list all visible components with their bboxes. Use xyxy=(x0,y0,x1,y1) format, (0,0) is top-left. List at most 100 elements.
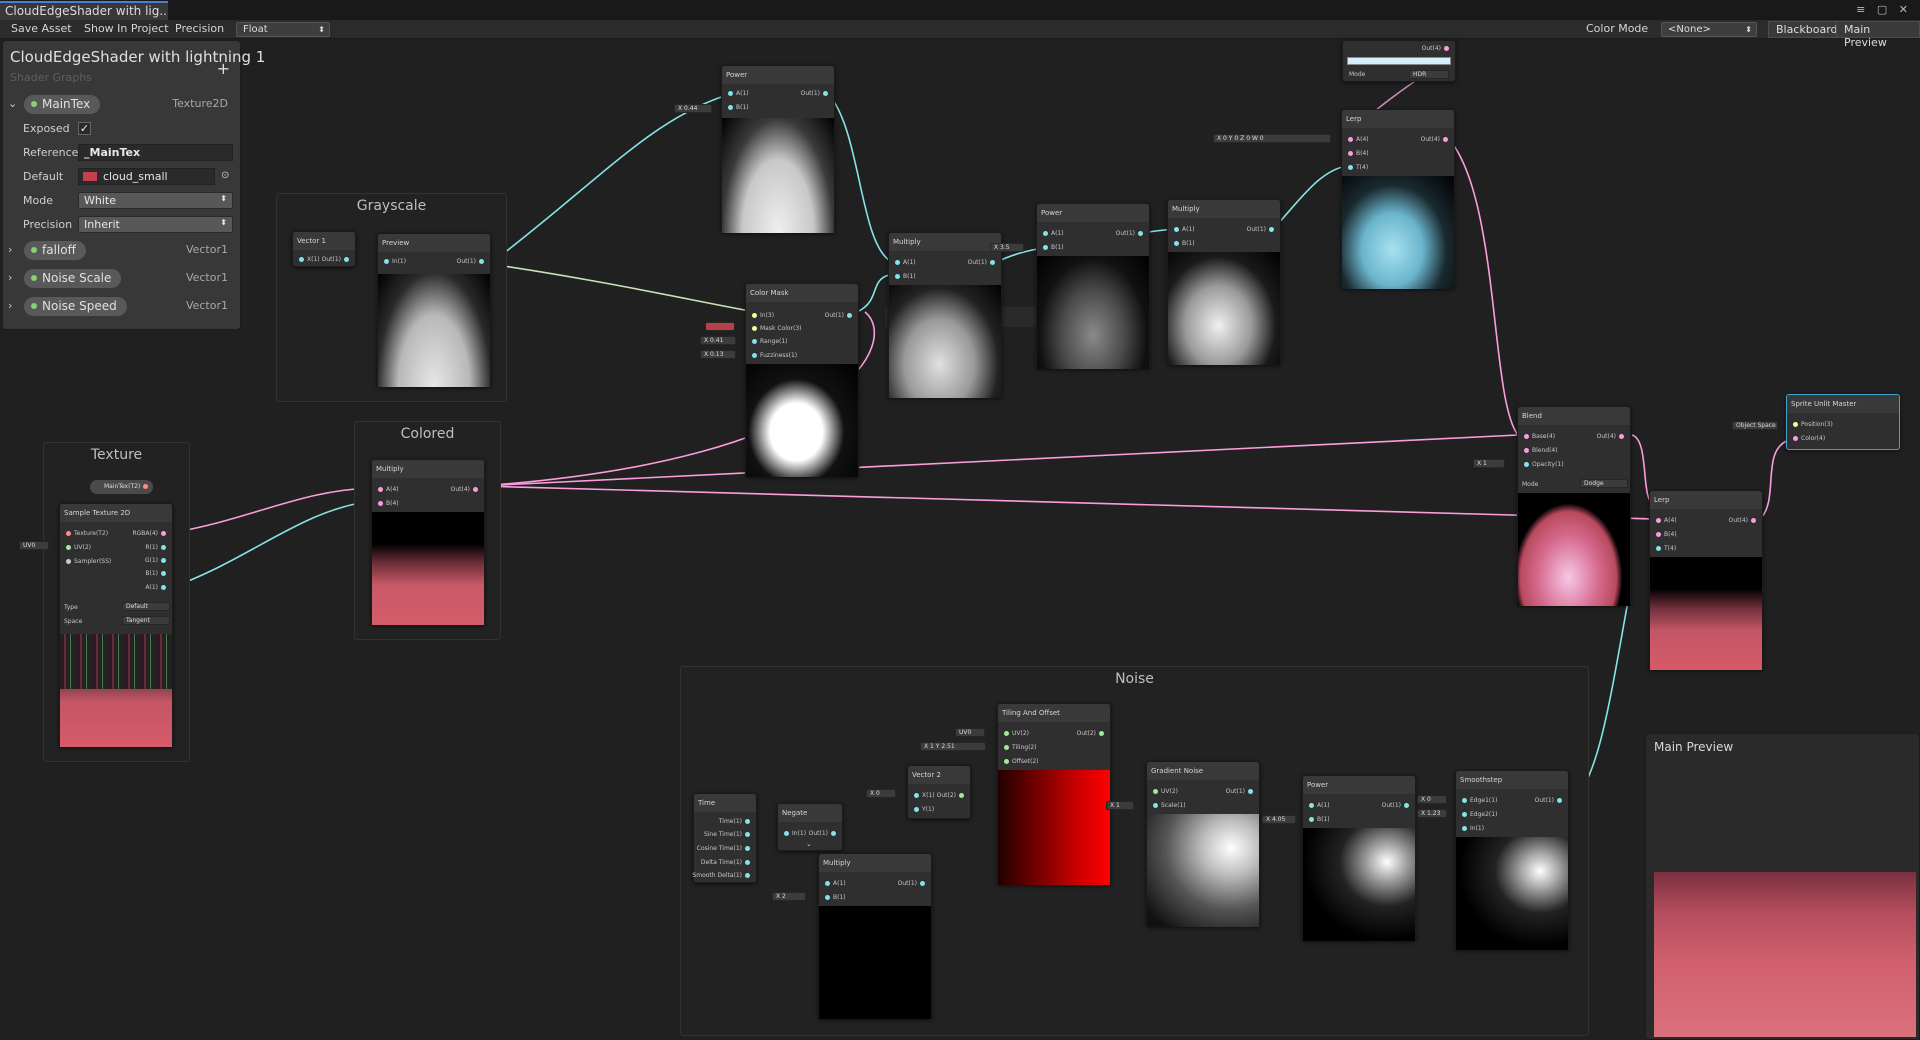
port-b[interactable]: B(1) xyxy=(825,894,846,901)
port-position[interactable]: Position(3) xyxy=(1793,421,1833,428)
node-lerp[interactable]: Lerp A(4) B(4) T(4) Out(4) xyxy=(1341,109,1455,289)
port-uv[interactable]: UV(2) xyxy=(66,544,91,551)
port-out[interactable]: Out(1) xyxy=(898,880,925,887)
node-color[interactable]: Out(4) Mode HDR xyxy=(1342,40,1456,82)
exposed-checkbox[interactable]: ✓ xyxy=(78,122,91,135)
property-noise-speed[interactable]: › Noise Speed Vector1 xyxy=(3,296,240,318)
input-edge2[interactable]: X 1.23 xyxy=(1417,809,1447,818)
port-b[interactable]: B(1) xyxy=(895,273,916,280)
port-fuzziness[interactable]: Fuzziness(1) xyxy=(752,352,797,359)
node-multiply-colored[interactable]: Multiply A(4) B(4) Out(4) xyxy=(371,459,485,625)
port-in[interactable]: In(1) xyxy=(1462,825,1484,832)
node-multiply[interactable]: Multiply A(1) B(1) Out(1) xyxy=(888,232,1002,398)
port-r[interactable]: R(1) xyxy=(145,544,166,551)
port-a[interactable]: A(1) xyxy=(145,584,166,591)
property-noise-scale[interactable]: › Noise Scale Vector1 xyxy=(3,268,240,290)
input-lerp-a[interactable]: X 0 Y 0 Z 0 W 0 xyxy=(1213,134,1331,143)
input-fuzziness[interactable]: X 0.13 xyxy=(700,350,736,359)
port-out[interactable]: Out(1) xyxy=(1247,226,1274,233)
chevron-right-icon[interactable]: › xyxy=(8,243,12,256)
port-t[interactable]: T(4) xyxy=(1348,164,1368,171)
port-uv[interactable]: UV(2) xyxy=(1153,788,1178,795)
port-out[interactable]: Out(1) xyxy=(1382,802,1409,809)
port-opacity[interactable]: Opacity(1) xyxy=(1524,461,1564,468)
port-a[interactable]: A(1) xyxy=(728,90,749,97)
node-multiply-top[interactable]: Multiply A(1) B(1) Out(1) xyxy=(1167,199,1281,365)
input-uv0[interactable]: UV0 xyxy=(19,541,49,550)
node-power-noise[interactable]: Power A(1) B(1) Out(1) xyxy=(1302,775,1416,941)
port-a[interactable]: A(1) xyxy=(1174,226,1195,233)
port-in[interactable]: In(3) xyxy=(752,312,774,319)
port-mask-color[interactable]: Mask Color(3) xyxy=(752,325,802,332)
port-out[interactable]: Out(4) xyxy=(1422,45,1449,52)
object-picker-icon[interactable]: ⊙ xyxy=(221,170,229,181)
port-out[interactable]: Out(1) xyxy=(1535,797,1562,804)
port-x[interactable]: X(1) xyxy=(299,256,320,263)
input-mask-color[interactable] xyxy=(705,322,735,331)
node-lerp-2[interactable]: Lerp A(4) B(4) T(4) Out(4) xyxy=(1649,490,1763,670)
property-maintex[interactable]: ⌄ MainTex Texture2D xyxy=(3,94,240,116)
node-tiling-and-offset[interactable]: Tiling And Offset UV(2) Tiling(2) Offset… xyxy=(997,703,1111,885)
node-smoothstep[interactable]: Smoothstep Edge1(1) Edge2(1) In(1) Out(1… xyxy=(1455,770,1569,950)
input-power-b[interactable]: X 0.44 xyxy=(674,104,712,113)
port-b[interactable]: B(1) xyxy=(145,570,166,577)
node-negate[interactable]: Negate In(1) Out(1) ⌄ xyxy=(777,803,843,851)
port-edge2[interactable]: Edge2(1) xyxy=(1462,811,1497,818)
port-b[interactable]: B(1) xyxy=(1309,816,1330,823)
port-uv[interactable]: UV(2) xyxy=(1004,730,1029,737)
input-tiling[interactable]: X 1 Y 2.51 xyxy=(920,742,986,751)
node-preview-grayscale[interactable]: Preview In(1) Out(1) xyxy=(377,233,491,387)
input-power-b[interactable]: X 3.5 xyxy=(990,243,1024,252)
node-gradient-noise[interactable]: Gradient Noise UV(2) Scale(1) Out(1) xyxy=(1146,761,1260,927)
port-b[interactable]: B(4) xyxy=(1348,150,1369,157)
node-color-mask[interactable]: Color Mask In(3) Mask Color(3) Range(1) … xyxy=(745,283,859,477)
port-a[interactable]: A(1) xyxy=(1043,230,1064,237)
port-b[interactable]: B(1) xyxy=(728,104,749,111)
port-out[interactable]: Out(1) xyxy=(801,90,828,97)
port-out[interactable]: Out(1) xyxy=(1226,788,1253,795)
property-pill[interactable]: MainTex xyxy=(24,95,101,114)
port-sine-time[interactable]: Sine Time(1) xyxy=(704,831,750,838)
precision-dropdown[interactable]: Inherit ⬍ xyxy=(78,216,233,233)
port-out[interactable]: Out(4) xyxy=(451,486,478,493)
node-sample-texture-2d[interactable]: Sample Texture 2D Texture(T2) UV(2) Samp… xyxy=(59,503,173,747)
add-property-button[interactable]: + xyxy=(217,59,230,78)
node-sprite-unlit-master[interactable]: Sprite Unlit Master Position(3) Color(4) xyxy=(1786,394,1900,450)
default-texture-field[interactable]: cloud_small xyxy=(78,168,215,185)
input-scale[interactable]: X 1 xyxy=(1106,801,1134,810)
property-pill[interactable]: Noise Speed xyxy=(24,297,127,316)
main-preview-panel[interactable]: Main Preview xyxy=(1645,733,1920,1040)
port-tiling[interactable]: Tiling(2) xyxy=(1004,744,1037,751)
port-scale[interactable]: Scale(1) xyxy=(1153,802,1186,809)
port-sampler[interactable]: Sampler(SS) xyxy=(66,558,111,565)
port-a[interactable]: A(1) xyxy=(1309,802,1330,809)
port-out[interactable]: Out(1) xyxy=(322,256,349,263)
input-object-space[interactable]: Object Space xyxy=(1732,421,1778,430)
mode-dropdown[interactable]: White ⬍ xyxy=(78,192,233,209)
port-a[interactable]: A(1) xyxy=(895,259,916,266)
port-smooth-delta[interactable]: Smooth Delta(1) xyxy=(692,872,750,879)
chevron-down-icon[interactable]: ⌄ xyxy=(806,840,812,848)
input-uv0[interactable]: UV0 xyxy=(955,728,985,737)
port-blend[interactable]: Blend(4) xyxy=(1524,447,1558,454)
input-power-b[interactable]: X 4.05 xyxy=(1262,815,1296,824)
type-dropdown[interactable]: Default xyxy=(122,602,170,611)
input-vector2-x[interactable]: X 0 xyxy=(866,789,896,798)
property-pill[interactable]: falloff xyxy=(24,241,86,260)
port-range[interactable]: Range(1) xyxy=(752,338,788,345)
group-noise[interactable]: Noise xyxy=(680,666,1589,1036)
node-vector1[interactable]: Vector 1 X(1) Out(1) xyxy=(292,231,356,267)
port-a[interactable]: A(4) xyxy=(1348,136,1369,143)
port-color[interactable]: Color(4) xyxy=(1793,435,1825,442)
node-vector2[interactable]: Vector 2 X(1) Y(1) Out(2) xyxy=(907,765,971,819)
port-in[interactable]: In(1) xyxy=(384,258,406,265)
node-power[interactable]: Power A(1) B(1) Out(1) xyxy=(721,65,835,233)
color-swatch[interactable] xyxy=(1347,57,1451,65)
property-falloff[interactable]: › falloff Vector1 xyxy=(3,240,240,262)
port-out[interactable]: Out(4) xyxy=(1421,136,1448,143)
port-out[interactable]: Out(1) xyxy=(1116,230,1143,237)
port-offset[interactable]: Offset(2) xyxy=(1004,758,1039,765)
port-texture[interactable]: Texture(T2) xyxy=(66,530,108,537)
port-b[interactable]: B(1) xyxy=(1043,244,1064,251)
mode-dropdown[interactable]: HDR xyxy=(1409,70,1449,79)
